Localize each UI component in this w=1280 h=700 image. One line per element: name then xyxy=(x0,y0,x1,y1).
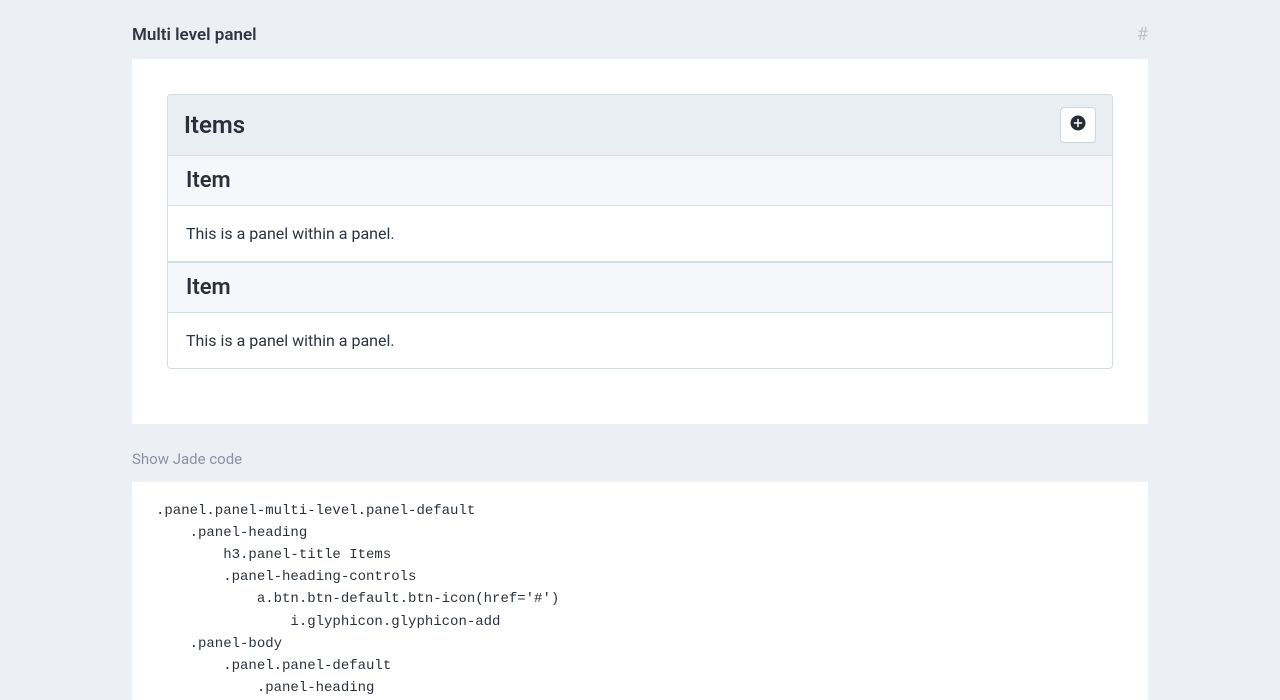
section-header: Multi level panel # xyxy=(132,24,1148,59)
inner-panel: Item This is a panel within a panel. xyxy=(168,262,1112,368)
inner-panel-heading: Item xyxy=(168,156,1112,206)
jade-code-block: .panel.panel-multi-level.panel-default .… xyxy=(156,500,1124,700)
inner-panel-title: Item xyxy=(186,275,1094,300)
add-button[interactable] xyxy=(1060,107,1096,143)
outer-panel-title: Items xyxy=(184,111,245,139)
plus-circle-icon xyxy=(1069,114,1087,136)
code-card: .panel.panel-multi-level.panel-default .… xyxy=(132,482,1148,700)
example-card: Items Item This is a xyxy=(132,59,1148,424)
show-code-toggle[interactable]: Show Jade code xyxy=(132,450,1148,468)
outer-panel-body: Item This is a panel within a panel. Ite… xyxy=(168,156,1112,368)
inner-panel-title: Item xyxy=(186,168,1094,193)
outer-panel-heading: Items xyxy=(168,95,1112,156)
permalink-hash[interactable]: # xyxy=(1137,24,1148,45)
inner-panel: Item This is a panel within a panel. xyxy=(168,156,1112,262)
inner-panel-body: This is a panel within a panel. xyxy=(168,313,1112,368)
inner-panel-heading: Item xyxy=(168,263,1112,313)
inner-panel-body: This is a panel within a panel. xyxy=(168,206,1112,262)
section-title: Multi level panel xyxy=(132,25,257,45)
outer-panel: Items Item This is a xyxy=(167,94,1113,369)
